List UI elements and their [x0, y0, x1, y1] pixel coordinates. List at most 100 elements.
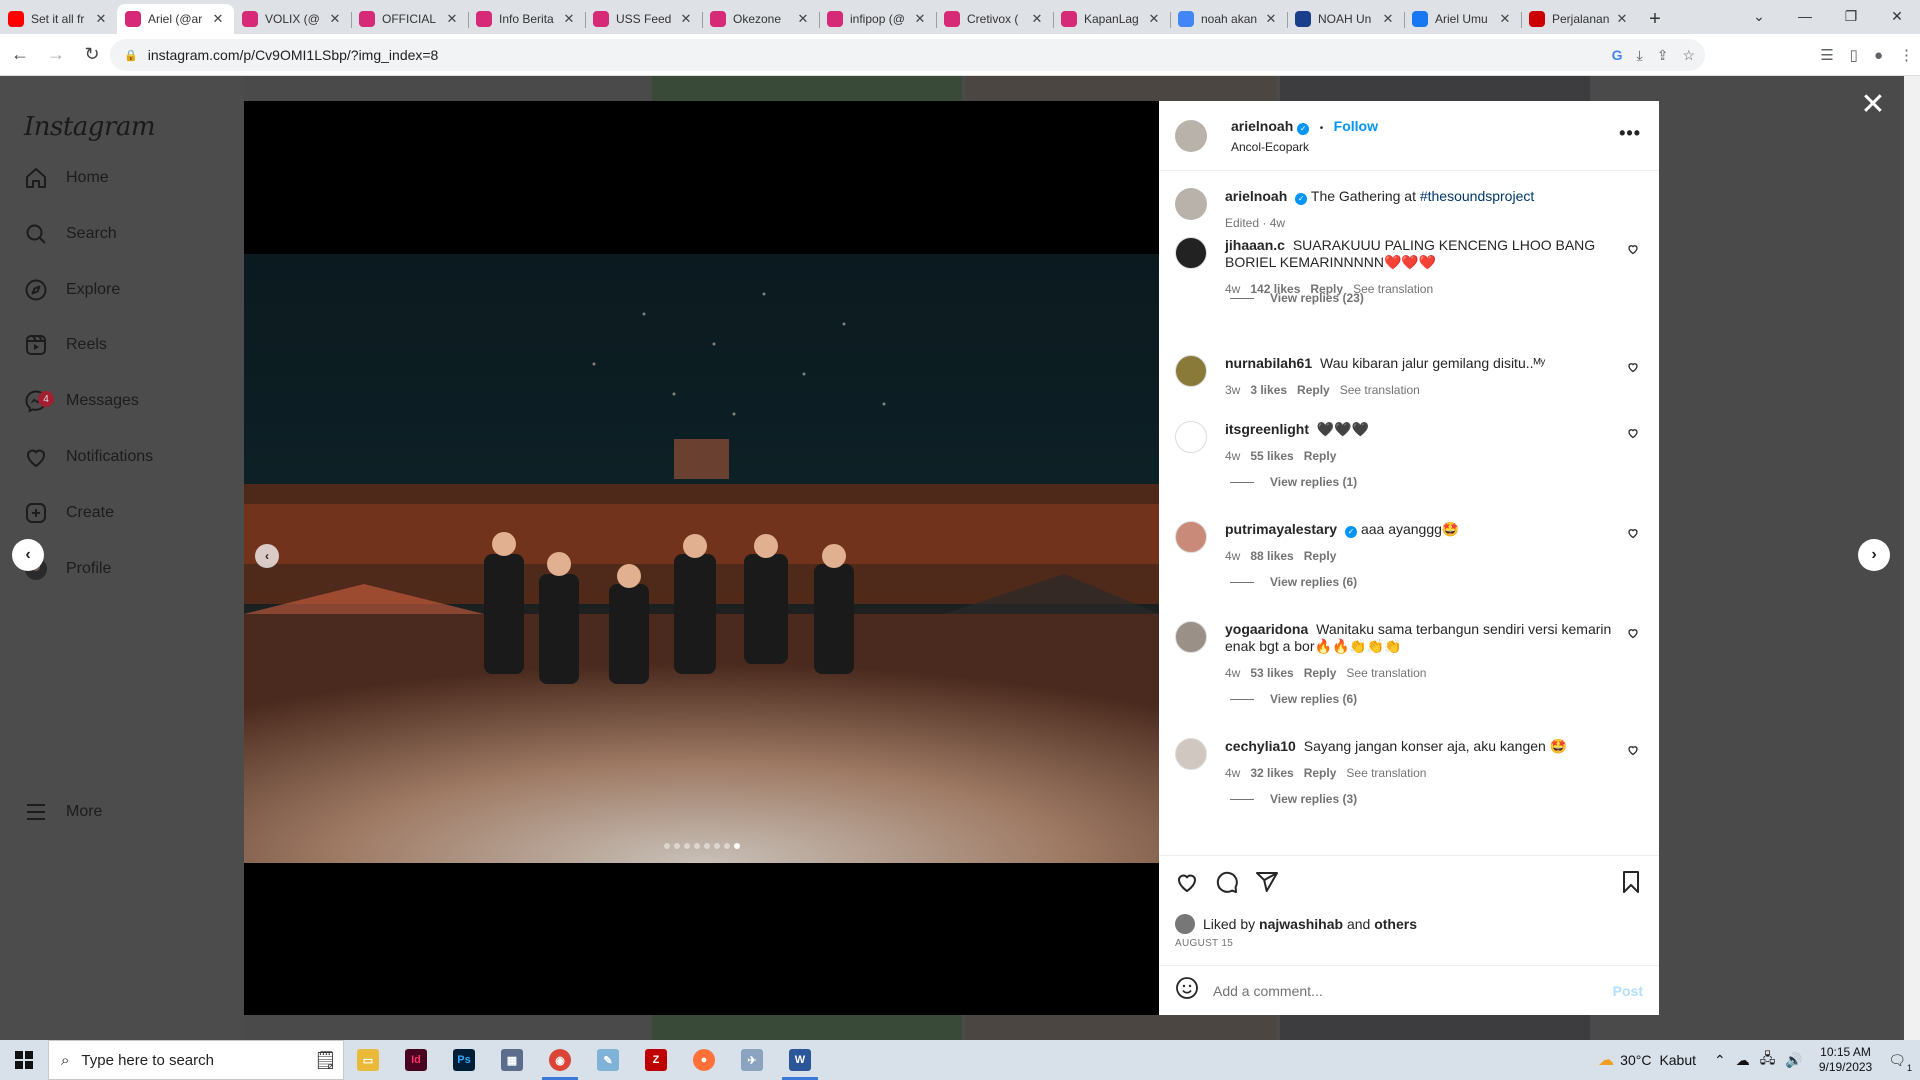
bookmark-star-icon[interactable]: ☆: [1682, 47, 1695, 64]
tab-close-icon[interactable]: ✕: [912, 11, 928, 27]
comment-username[interactable]: nurnabilah61: [1225, 355, 1312, 371]
comment-likes[interactable]: 55 likes: [1250, 448, 1293, 465]
browser-tab[interactable]: OFFICIAL ✕: [351, 4, 468, 34]
view-replies-button[interactable]: View replies (6): [1230, 692, 1357, 706]
save-bookmark-icon[interactable]: [1619, 870, 1643, 899]
post-comment-button[interactable]: Post: [1613, 983, 1643, 999]
reload-button[interactable]: ↻: [76, 39, 108, 71]
reply-link[interactable]: Reply: [1304, 665, 1337, 682]
firefox-icon[interactable]: ●: [680, 1040, 728, 1080]
browser-tab[interactable]: KapanLag ✕: [1053, 4, 1170, 34]
share-icon[interactable]: ⇪: [1657, 47, 1669, 64]
filezilla-icon[interactable]: Z: [632, 1040, 680, 1080]
reply-link[interactable]: Reply: [1304, 548, 1337, 565]
chevron-up-icon[interactable]: ⌃: [1714, 1052, 1726, 1069]
network-icon[interactable]: 🖧: [1760, 1048, 1776, 1072]
sidebar-item-reels[interactable]: Reels: [22, 325, 222, 365]
avatar[interactable]: [1175, 188, 1207, 220]
browser-tab[interactable]: Ariel (@ar ✕: [117, 4, 234, 34]
tab-close-icon[interactable]: ✕: [1146, 11, 1162, 27]
browser-tab[interactable]: Okezone ✕: [702, 4, 819, 34]
profile-icon[interactable]: ●: [1874, 47, 1883, 64]
like-comment-icon[interactable]: [1627, 361, 1639, 373]
comment-username[interactable]: yogaaridona: [1225, 621, 1308, 637]
browser-tab[interactable]: Cretivox (✕: [936, 4, 1053, 34]
weather-icon[interactable]: ☁: [1598, 1050, 1614, 1070]
sidebar-item-messages[interactable]: 4 Messages: [22, 381, 222, 421]
reading-list-icon[interactable]: ☰: [1820, 46, 1833, 64]
like-comment-icon[interactable]: [1627, 744, 1639, 756]
sidebar-item-profile[interactable]: Profile: [22, 549, 222, 589]
comment-age[interactable]: 4w: [1225, 665, 1240, 682]
search-highlight-icon[interactable]: 🗒: [314, 1050, 337, 1071]
tab-close-icon[interactable]: ✕: [1497, 11, 1513, 27]
side-panel-icon[interactable]: ▯: [1850, 46, 1858, 64]
avatar[interactable]: [1175, 738, 1207, 770]
comment-username[interactable]: putrimayalestary: [1225, 521, 1337, 537]
photoshop-icon[interactable]: Ps: [440, 1040, 488, 1080]
browser-tab[interactable]: USS Feed ✕: [585, 4, 702, 34]
reply-link[interactable]: Reply: [1297, 382, 1330, 399]
sidebar-item-explore[interactable]: Explore: [22, 270, 222, 310]
browser-menu-icon[interactable]: ⋮: [1899, 46, 1914, 64]
sidebar-item-search[interactable]: Search: [22, 214, 222, 254]
close-modal-button[interactable]: ✕: [1858, 90, 1888, 120]
vpn-icon[interactable]: ✈: [728, 1040, 776, 1080]
close-window-button[interactable]: ✕: [1874, 0, 1920, 32]
sidebar-item-home[interactable]: Home: [22, 158, 222, 198]
see-translation-link[interactable]: See translation: [1346, 665, 1426, 682]
indesign-icon[interactable]: Id: [392, 1040, 440, 1080]
tab-close-icon[interactable]: ✕: [1263, 11, 1279, 27]
emoji-icon[interactable]: [1175, 976, 1199, 1005]
comment-username[interactable]: cechylia10: [1225, 738, 1296, 754]
comments-list[interactable]: arielnoah ✓ The Gathering at #thesoundspr…: [1159, 172, 1659, 855]
liked-by-user[interactable]: najwashihab: [1259, 916, 1343, 932]
browser-tab[interactable]: Perjalanan ✕: [1521, 4, 1638, 34]
more-options-icon[interactable]: •••: [1619, 123, 1641, 144]
comment-age[interactable]: 4w: [1225, 448, 1240, 465]
comment-username[interactable]: itsgreenlight: [1225, 421, 1309, 437]
browser-tab[interactable]: noah akan ✕: [1170, 4, 1287, 34]
instagram-logo[interactable]: Instagram: [24, 112, 156, 142]
tab-close-icon[interactable]: ✕: [795, 11, 811, 27]
comment-likes[interactable]: 53 likes: [1250, 665, 1293, 682]
view-replies-button[interactable]: View replies (1): [1230, 475, 1357, 489]
chrome-icon[interactable]: ◉: [536, 1040, 584, 1080]
see-translation-link[interactable]: See translation: [1340, 382, 1420, 399]
sidebar-item-create[interactable]: Create: [22, 493, 222, 533]
comment-likes[interactable]: 3 likes: [1250, 382, 1287, 399]
next-post-button[interactable]: ›: [1858, 539, 1890, 571]
see-translation-link[interactable]: See translation: [1353, 281, 1433, 298]
forward-button[interactable]: →: [40, 39, 72, 71]
likes-others-link[interactable]: others: [1374, 916, 1417, 932]
start-button[interactable]: [0, 1040, 48, 1080]
like-comment-icon[interactable]: [1627, 527, 1639, 539]
avatar[interactable]: [1175, 621, 1207, 653]
comment-likes[interactable]: 88 likes: [1250, 548, 1293, 565]
tab-close-icon[interactable]: ✕: [93, 11, 109, 27]
tab-close-icon[interactable]: ✕: [210, 11, 226, 27]
file-explorer-icon[interactable]: ▭: [344, 1040, 392, 1080]
comment-age[interactable]: 4w: [1225, 548, 1240, 565]
new-tab-button[interactable]: +: [1638, 4, 1672, 34]
post-username[interactable]: arielnoah: [1231, 118, 1293, 134]
avatar[interactable]: [1175, 521, 1207, 553]
view-replies-button[interactable]: View replies (23): [1230, 291, 1364, 305]
browser-tab[interactable]: Set it all fr ✕: [0, 4, 117, 34]
follow-button[interactable]: Follow: [1334, 118, 1378, 134]
comment-icon[interactable]: [1215, 870, 1239, 899]
notepad-icon[interactable]: ✎: [584, 1040, 632, 1080]
maximize-button[interactable]: ❐: [1828, 0, 1874, 32]
weather-temp[interactable]: 30°C: [1620, 1052, 1651, 1068]
calculator-icon[interactable]: ▦: [488, 1040, 536, 1080]
reply-link[interactable]: Reply: [1304, 448, 1337, 465]
install-icon[interactable]: ⤓: [1637, 47, 1643, 64]
tab-close-icon[interactable]: ✕: [327, 11, 343, 27]
browser-tab[interactable]: infipop (@ ✕: [819, 4, 936, 34]
avatar[interactable]: [1175, 355, 1207, 387]
avatar[interactable]: [1175, 914, 1195, 934]
tab-close-icon[interactable]: ✕: [444, 11, 460, 27]
comment-input[interactable]: [1213, 982, 1593, 999]
prev-post-button[interactable]: ‹: [12, 539, 44, 571]
hashtag-link[interactable]: #thesoundsproject: [1420, 188, 1534, 204]
